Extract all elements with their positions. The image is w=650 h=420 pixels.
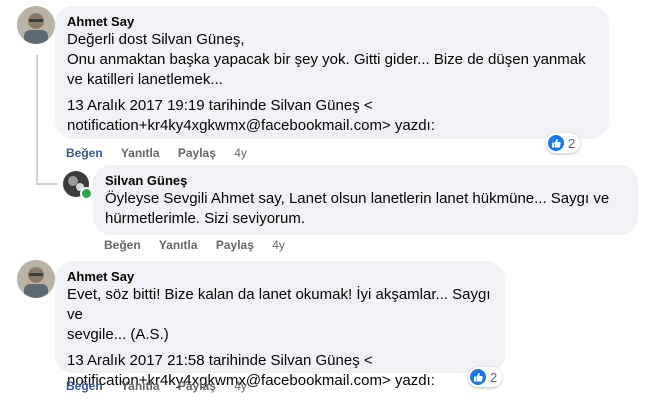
online-status-icon bbox=[80, 187, 93, 200]
thread-line-elbow bbox=[36, 183, 58, 185]
comment-age[interactable]: 4y bbox=[234, 379, 247, 393]
reply-button[interactable]: Yanıtla bbox=[159, 238, 198, 252]
reply-button[interactable]: Yanıtla bbox=[121, 146, 160, 160]
comment-line: ve katilleri lanetlemek... bbox=[67, 71, 223, 88]
like-button[interactable]: Beğen bbox=[104, 238, 141, 252]
comment-bubble: Ahmet Say Değerli dost Silvan Güneş, Onu… bbox=[55, 6, 609, 139]
comment-text: Öyleyse Sevgili Ahmet say, Lanet olsun l… bbox=[105, 189, 626, 229]
reaction-count: 2 bbox=[490, 369, 498, 385]
reply-button[interactable]: Yanıtla bbox=[121, 379, 160, 393]
comment-age[interactable]: 4y bbox=[234, 146, 247, 160]
like-button[interactable]: Beğen bbox=[66, 146, 103, 160]
avatar-photo bbox=[17, 6, 55, 44]
comment-author[interactable]: Silvan Güneş bbox=[105, 173, 626, 189]
thread-line bbox=[36, 55, 38, 185]
comment-line: Onu anmaktan başka yapacak bir şey yok. … bbox=[67, 51, 586, 68]
comment-line: hürmetlerimle. Sizi seviyorum. bbox=[105, 210, 306, 227]
comment-line: sevgile... (A.S.) bbox=[67, 326, 169, 343]
avatar-ahmet-say[interactable] bbox=[17, 260, 55, 298]
quote-line: 13 Aralık 2017 19:19 tarihinde Silvan Gü… bbox=[67, 97, 373, 114]
avatar-photo bbox=[17, 260, 55, 298]
quote-line: notification+kr4ky4xgkwmx@facebookmail.c… bbox=[67, 117, 435, 134]
comment-bubble: Silvan Güneş Öyleyse Sevgili Ahmet say, … bbox=[93, 165, 638, 235]
reaction-summary[interactable]: 2 bbox=[468, 367, 503, 387]
comment-author[interactable]: Ahmet Say bbox=[67, 14, 597, 30]
reaction-count: 2 bbox=[568, 135, 576, 151]
avatar-ahmet-say[interactable] bbox=[17, 6, 55, 44]
comment-text: Evet, söz bitti! Bize kalan da lanet oku… bbox=[67, 285, 493, 391]
like-reaction-icon bbox=[548, 135, 564, 151]
like-reaction-icon bbox=[470, 369, 486, 385]
quote-line: 13 Aralık 2017 21:58 tarihinde Silvan Gü… bbox=[67, 352, 373, 369]
comment-line: Öyleyse Sevgili Ahmet say, Lanet olsun l… bbox=[105, 190, 610, 207]
share-button[interactable]: Paylaş bbox=[216, 238, 254, 252]
reaction-summary[interactable]: 2 bbox=[546, 133, 581, 153]
comment-author[interactable]: Ahmet Say bbox=[67, 269, 493, 285]
comment-age[interactable]: 4y bbox=[272, 238, 285, 252]
like-button[interactable]: Beğen bbox=[66, 379, 103, 393]
comment-text: Değerli dost Silvan Güneş, Onu anmaktan … bbox=[67, 30, 597, 136]
comment-actions: Beğen Yanıtla Paylaş 4y bbox=[66, 145, 262, 161]
share-button[interactable]: Paylaş bbox=[178, 379, 216, 393]
comment-actions: Beğen Yanıtla Paylaş 4y bbox=[66, 378, 262, 394]
comment-actions: Beğen Yanıtla Paylaş 4y bbox=[104, 237, 300, 253]
comment-line: Evet, söz bitti! Bize kalan da lanet oku… bbox=[67, 286, 491, 323]
comment-bubble: Ahmet Say Evet, söz bitti! Bize kalan da… bbox=[55, 261, 505, 389]
comment-line: Değerli dost Silvan Güneş, bbox=[67, 31, 245, 48]
share-button[interactable]: Paylaş bbox=[178, 146, 216, 160]
